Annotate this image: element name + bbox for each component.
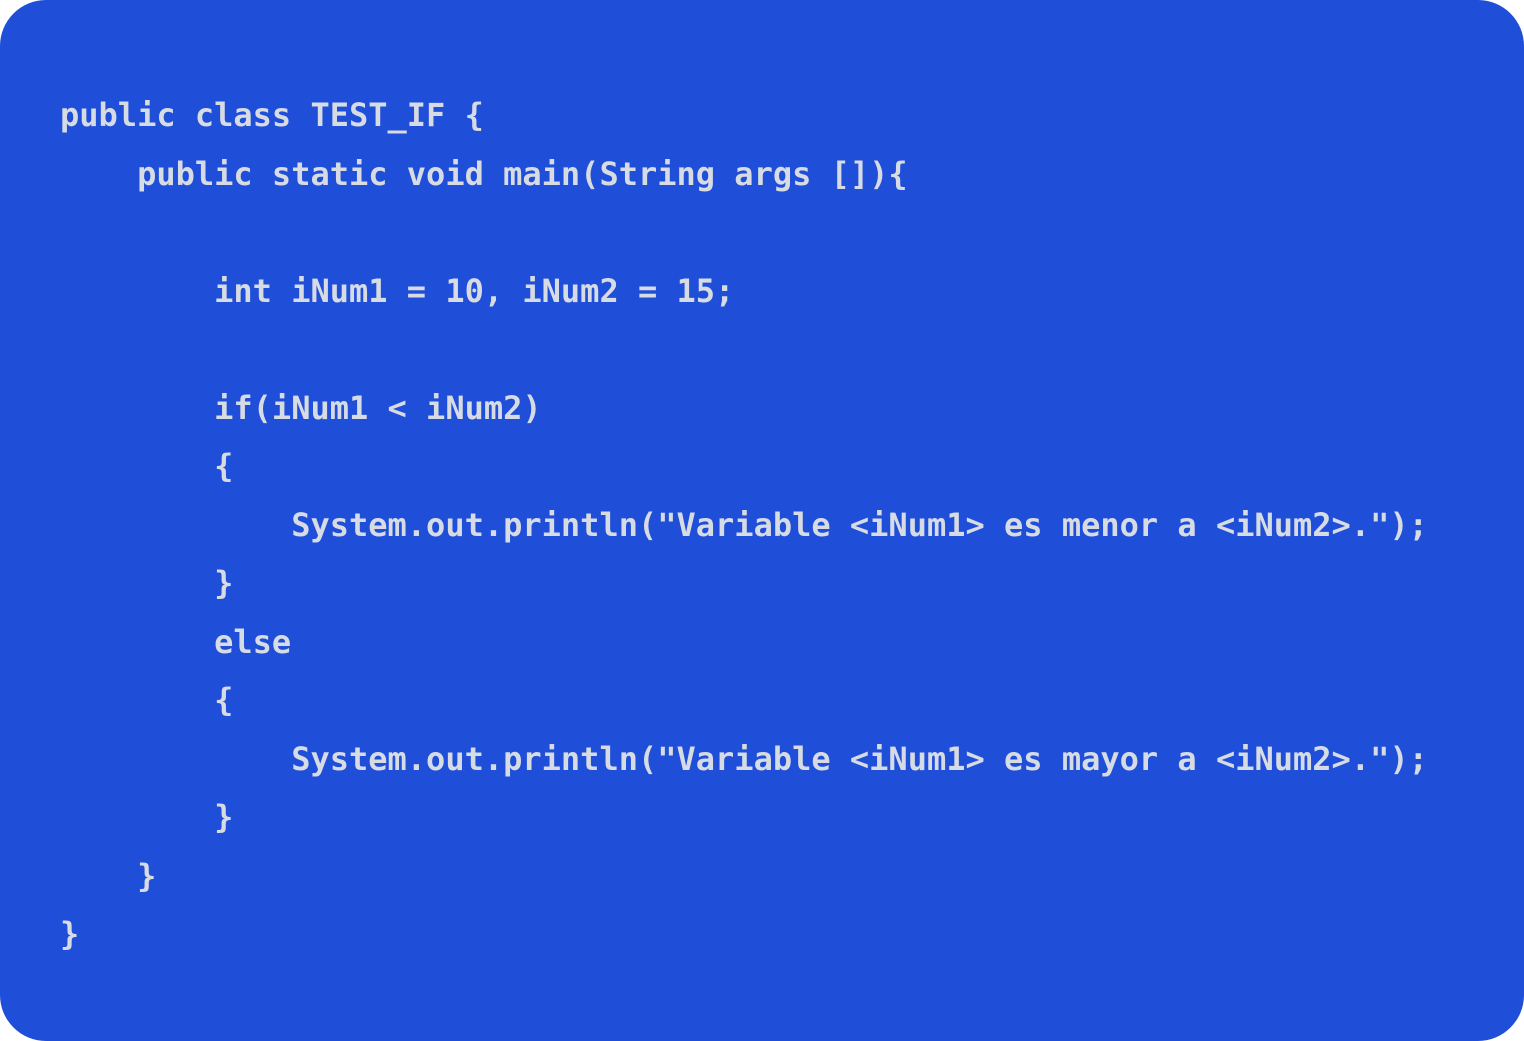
code-card: public class TEST_IF { public static voi…: [0, 0, 1524, 1041]
code-line: if(iNum1 < iNum2): [60, 388, 542, 427]
code-line: System.out.println("Variable <iNum1> es …: [60, 739, 1428, 778]
code-line: }: [60, 856, 157, 895]
code-line: public class TEST_IF {: [60, 96, 484, 134]
code-line: }: [60, 915, 80, 953]
code-line: public static void main(String args []){: [60, 154, 908, 193]
code-line: }: [60, 798, 234, 836]
code-line: {: [60, 681, 234, 719]
code-line: int iNum1 = 10, iNum2 = 15;: [60, 271, 735, 310]
code-line: else: [60, 622, 292, 661]
code-line: }: [60, 564, 234, 602]
code-line: {: [60, 447, 234, 485]
code-line: System.out.println("Variable <iNum1> es …: [60, 505, 1428, 544]
code-block: public class TEST_IF { public static voi…: [60, 86, 1428, 964]
